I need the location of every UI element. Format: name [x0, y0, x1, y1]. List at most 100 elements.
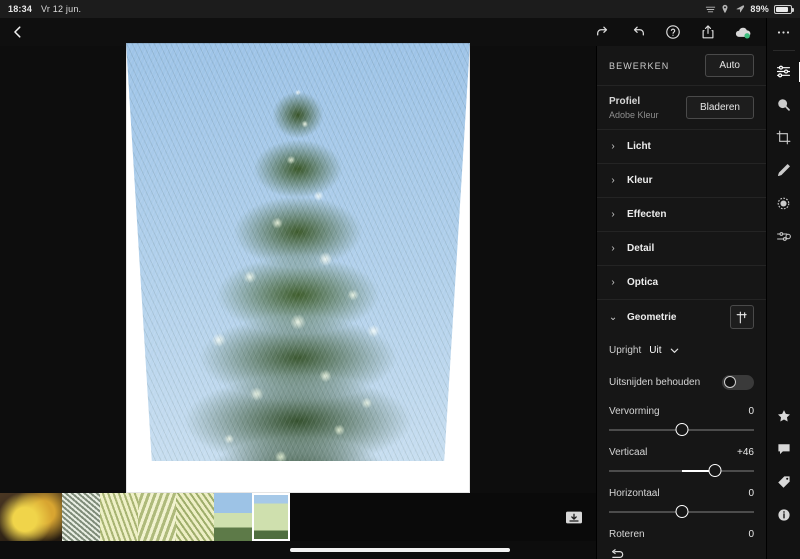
section-licht[interactable]: › Licht — [597, 130, 766, 164]
rail-metadata-tools — [767, 399, 800, 559]
slider-verticaal[interactable]: Verticaal +46 — [597, 439, 766, 480]
conifer-tree-shape — [126, 42, 470, 461]
thumbnail-tree-sky[interactable] — [214, 493, 252, 541]
browse-profiles-button[interactable]: Bladeren — [685, 96, 754, 119]
status-bar-right: 89% — [705, 4, 794, 14]
photo-perspective-crop — [126, 42, 470, 461]
section-detail-label: Detail — [627, 243, 655, 254]
edit-tool[interactable] — [767, 55, 800, 88]
chevron-right-icon: › — [611, 209, 615, 220]
rail-more-button[interactable] — [767, 18, 800, 46]
masking-tool[interactable] — [767, 187, 800, 220]
profile-label: Profiel — [609, 95, 641, 107]
thumbnail-blossom-branch-1[interactable] — [100, 493, 138, 541]
profile-value: Adobe Kleur — [609, 109, 659, 120]
location-icon — [720, 4, 730, 14]
slider-horizontaal-head: Horizontaal 0 — [609, 488, 754, 499]
auto-button[interactable]: Auto — [705, 54, 754, 77]
section-effecten[interactable]: › Effecten — [597, 198, 766, 232]
keep-crop-row[interactable]: Uitsnijden behouden — [597, 366, 766, 398]
healing-tool[interactable] — [767, 88, 800, 121]
status-time: 18:34 — [8, 4, 33, 14]
screen-mirroring-icon — [705, 4, 716, 14]
undo-button[interactable] — [629, 24, 646, 41]
thumbnail-white-blossom[interactable] — [62, 493, 100, 541]
slider-verticaal-head: Verticaal +46 — [609, 447, 754, 458]
slider-horizontaal[interactable]: Horizontaal 0 — [597, 480, 766, 521]
profile-info: Profiel Adobe Kleur — [609, 96, 659, 120]
chevron-right-icon: › — [611, 141, 615, 152]
slider-verticaal-label: Verticaal — [609, 447, 648, 458]
thumbnail-yellow-flowers[interactable] — [0, 493, 62, 541]
undo-icon — [630, 24, 646, 40]
chevron-right-icon: › — [611, 175, 615, 186]
section-effecten-label: Effecten — [627, 209, 667, 220]
tag-icon — [776, 474, 792, 490]
slider-vervorming-track[interactable] — [609, 423, 754, 437]
wifi-icon — [735, 4, 745, 14]
slider-vervorming-head: Vervorming 0 — [609, 406, 754, 417]
presets-tool[interactable] — [767, 220, 800, 253]
status-date: Vr 12 jun. — [41, 4, 82, 14]
chevron-right-icon: › — [611, 243, 615, 254]
edit-panel: BEWERKEN Auto Profiel Adobe Kleur Blader… — [596, 46, 766, 559]
edit-panel-header: BEWERKEN Auto — [597, 46, 766, 86]
masking-circle-icon — [775, 195, 792, 212]
info-button[interactable] — [767, 498, 800, 531]
redo-button[interactable] — [594, 24, 611, 41]
slider-horizontaal-label: Horizontaal — [609, 488, 660, 499]
rail-tools — [767, 55, 800, 253]
keep-crop-toggle[interactable] — [722, 374, 754, 390]
tool-rail — [766, 18, 800, 559]
section-detail[interactable]: › Detail — [597, 232, 766, 266]
presets-icon — [775, 228, 792, 245]
conifer-tree-photo[interactable] — [126, 42, 470, 493]
slider-roteren[interactable]: Roteren 0 — [597, 521, 766, 542]
help-button[interactable] — [664, 24, 681, 41]
slider-horizontaal-track[interactable] — [609, 505, 754, 519]
section-geometrie[interactable]: ⌄ Geometrie — [597, 300, 766, 334]
reset-icon — [609, 548, 754, 559]
redo-icon — [595, 24, 611, 40]
status-bar: 18:34 Vr 12 jun. 89% — [0, 0, 800, 18]
chevron-left-icon — [11, 25, 25, 39]
brush-tool[interactable] — [767, 154, 800, 187]
profile-row[interactable]: Profiel Adobe Kleur Bladeren — [597, 86, 766, 130]
section-optica-label: Optica — [627, 277, 659, 288]
section-optica[interactable]: › Optica — [597, 266, 766, 300]
section-licht-label: Licht — [627, 141, 651, 152]
slider-horizontaal-value: 0 — [748, 488, 754, 499]
slider-vervorming-label: Vervorming — [609, 406, 660, 417]
upright-row[interactable]: Upright Uit — [597, 334, 766, 366]
export-to-device-button[interactable] — [552, 493, 596, 541]
rating-button[interactable] — [767, 399, 800, 432]
photo-canvas[interactable] — [0, 42, 596, 493]
thumbnail-blossom-branch-2[interactable] — [138, 493, 176, 541]
thumbnail-conifer-tree[interactable] — [252, 493, 290, 541]
sliders-icon — [775, 63, 792, 80]
thumbnail-blossom-branch-3[interactable] — [176, 493, 214, 541]
filmstrip-thumbnails — [0, 493, 290, 541]
keywords-button[interactable] — [767, 465, 800, 498]
comments-button[interactable] — [767, 432, 800, 465]
share-button[interactable] — [699, 24, 716, 41]
chevron-down-icon: ⌄ — [608, 311, 618, 323]
lightroom-app: 18:34 Vr 12 jun. 89% BEWERKEN Auto Profi… — [0, 0, 800, 559]
filmstrip[interactable] — [0, 493, 596, 541]
slider-verticaal-track[interactable] — [609, 464, 754, 478]
info-icon — [776, 507, 792, 523]
guided-upright-button[interactable] — [730, 305, 754, 329]
section-geometrie-label: Geometrie — [627, 311, 677, 323]
reset-geometry-row[interactable] — [597, 542, 766, 559]
export-to-device-icon — [564, 509, 584, 526]
slider-vervorming[interactable]: Vervorming 0 — [597, 398, 766, 439]
upright-value: Uit — [649, 344, 662, 356]
share-icon — [700, 24, 716, 40]
slider-roteren-head: Roteren 0 — [609, 529, 754, 540]
upright-label: Upright — [609, 344, 642, 356]
section-kleur[interactable]: › Kleur — [597, 164, 766, 198]
crop-tool[interactable] — [767, 121, 800, 154]
back-button[interactable] — [0, 18, 36, 46]
comment-icon — [776, 441, 792, 457]
cloud-sync-button[interactable] — [734, 24, 751, 41]
